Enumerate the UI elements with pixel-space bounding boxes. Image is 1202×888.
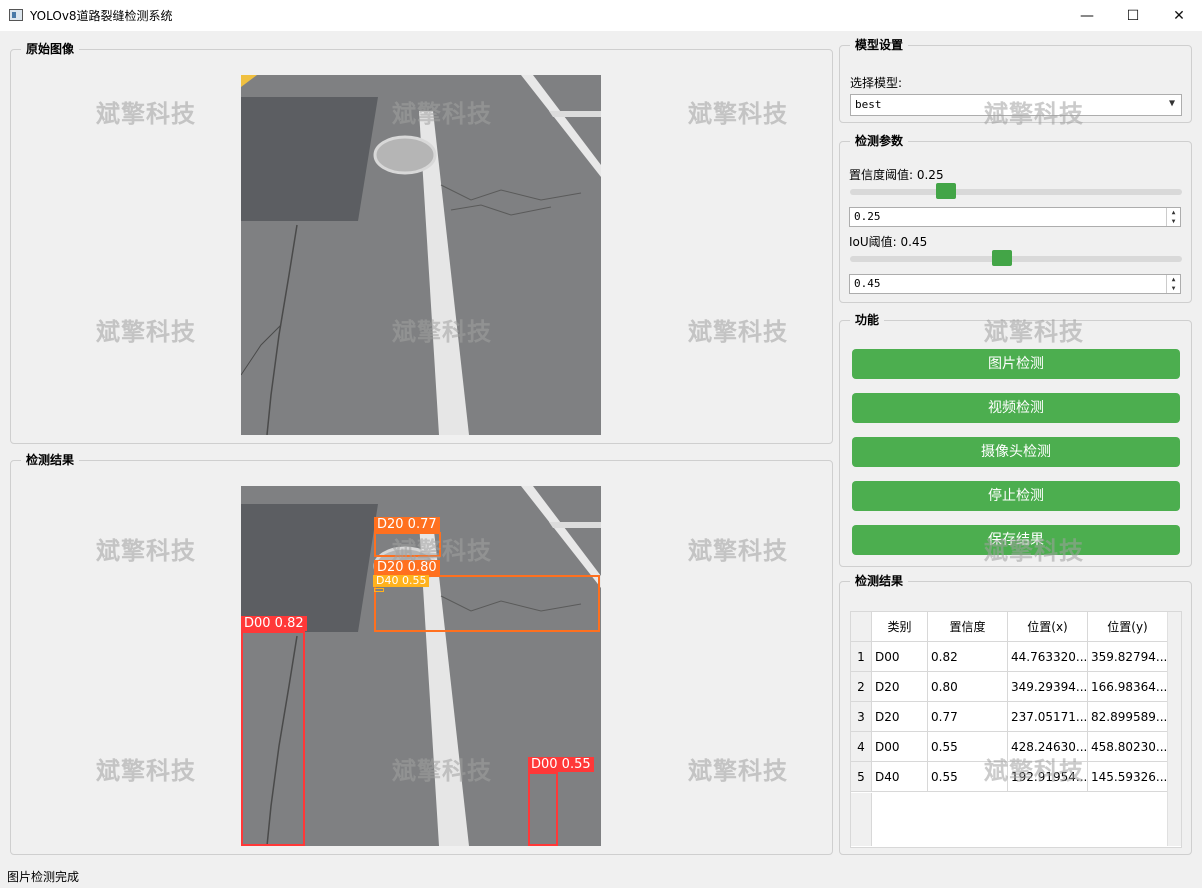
table-cell[interactable]: D00 [872,732,928,762]
table-vertical-scrollbar[interactable] [1167,612,1181,846]
table-cell[interactable]: D40 [872,762,928,792]
table-cell[interactable]: 458.80230... [1088,732,1168,762]
conf-threshold-slider[interactable] [850,182,1182,202]
conf-threshold-label: 置信度阈值: 0.25 [849,168,944,182]
iou-threshold-value: 0.45 [854,277,881,290]
iou-threshold-spinbox[interactable]: 0.45 ▲ ▼ [849,274,1181,294]
results-table: 类别 置信度 位置(x) 位置(y) 1 D00 0.82 44.763320.… [850,611,1182,848]
table-cell[interactable]: 0.82 [928,642,1008,672]
slider-handle[interactable] [936,183,956,199]
iou-threshold-slider[interactable] [850,249,1182,269]
detection-label: D20 0.80 [374,560,440,575]
original-image-title: 原始图像 [21,41,80,57]
table-cell[interactable]: 44.763320... [1008,642,1088,672]
chevron-down-icon: ▼ [1168,98,1175,109]
table-cell[interactable]: D20 [872,672,928,702]
column-header[interactable]: 置信度 [928,612,1008,642]
detection-box: D20 0.77 [374,517,441,557]
results-title: 检测结果 [850,573,909,589]
result-image: D20 0.77 D20 0.80 D40 0.55 D00 0.82 D00 … [241,486,601,846]
row-number[interactable]: 1 [851,642,872,672]
spin-up-icon[interactable]: ▲ [1167,275,1180,284]
result-image-title: 检测结果 [21,452,80,468]
detection-label: D20 0.77 [374,517,440,532]
row-number[interactable]: 4 [851,732,872,762]
table-cell[interactable]: D00 [872,642,928,672]
result-image-panel: 检测结果 D20 0.77 D20 0.80 D40 0.55 D00 0.82… [10,452,833,855]
spin-buttons[interactable]: ▲ ▼ [1166,275,1180,293]
detection-params-title: 检测参数 [850,133,909,149]
row-header-filler [851,793,872,846]
title-bar: YOLOv8道路裂缝检测系统 — ☐ ✕ [0,0,1202,31]
original-image [241,75,601,435]
stop-detect-button[interactable]: 停止检测 [852,481,1180,511]
spin-down-icon[interactable]: ▼ [1167,217,1180,226]
table-cell[interactable]: 145.59326... [1088,762,1168,792]
conf-threshold-spinbox[interactable]: 0.25 ▲ ▼ [849,207,1181,227]
row-number[interactable]: 3 [851,702,872,732]
column-header[interactable]: 位置(x) [1008,612,1088,642]
detection-label: D00 0.82 [241,616,307,631]
model-select[interactable]: best ▼ [850,94,1182,116]
table-cell[interactable]: 359.82794... [1088,642,1168,672]
model-select-label: 选择模型: [850,76,903,90]
table-cell[interactable]: 428.24630... [1008,732,1088,762]
status-bar: 图片检测完成 [7,870,80,884]
detection-box: D00 0.55 [528,757,594,846]
table-cell[interactable]: 237.05171... [1008,702,1088,732]
video-detect-button[interactable]: 视频检测 [852,393,1180,423]
detection-box: D40 0.55 [373,575,430,592]
model-select-value: best [855,98,882,111]
close-button[interactable]: ✕ [1156,0,1202,31]
table-cell[interactable]: D20 [872,702,928,732]
table-cell[interactable]: 0.80 [928,672,1008,702]
save-result-button[interactable]: 保存结果 [852,525,1180,555]
detection-params-group: 检测参数 置信度阈值: 0.25 0.25 ▲ ▼ IoU阈值: 0.45 0.4… [839,133,1192,303]
table-cell[interactable]: 0.55 [928,732,1008,762]
slider-track [850,256,1182,262]
row-number[interactable]: 2 [851,672,872,702]
column-header[interactable]: 位置(y) [1088,612,1168,642]
iou-threshold-label: IoU阈值: 0.45 [849,235,928,249]
model-settings-title: 模型设置 [850,37,909,53]
spin-down-icon[interactable]: ▼ [1167,284,1180,293]
table-cell[interactable]: 0.55 [928,762,1008,792]
spin-up-icon[interactable]: ▲ [1167,208,1180,217]
table-cell[interactable]: 0.77 [928,702,1008,732]
table-cell[interactable]: 192.91954... [1008,762,1088,792]
conf-threshold-value: 0.25 [854,210,881,223]
table-cell[interactable]: 349.29394... [1008,672,1088,702]
camera-detect-button[interactable]: 摄像头检测 [852,437,1180,467]
slider-handle[interactable] [992,250,1012,266]
original-image-panel: 原始图像 [10,41,833,444]
column-header[interactable]: 类别 [872,612,928,642]
detection-label: D40 0.55 [373,575,430,587]
function-group: 功能 图片检测 视频检测 摄像头检测 停止检测 保存结果 [839,312,1192,567]
table-corner[interactable] [851,612,872,642]
function-title: 功能 [850,312,885,328]
model-settings-group: 模型设置 选择模型: best ▼ [839,37,1192,123]
slider-track [850,189,1182,195]
row-number[interactable]: 5 [851,762,872,792]
spin-buttons[interactable]: ▲ ▼ [1166,208,1180,226]
results-group: 检测结果 类别 置信度 位置(x) 位置(y) 1 D00 0.82 44.76… [839,573,1192,855]
maximize-button[interactable]: ☐ [1110,0,1156,31]
table-cell[interactable]: 82.899589... [1088,702,1168,732]
image-detect-button[interactable]: 图片检测 [852,349,1180,379]
table-cell[interactable]: 166.98364... [1088,672,1168,702]
window-title: YOLOv8道路裂缝检测系统 [30,9,173,23]
detection-label: D00 0.55 [528,757,594,772]
app-icon [9,9,23,21]
road-photo-original [241,75,601,435]
detection-box: D00 0.82 [241,616,307,846]
minimize-button[interactable]: — [1064,0,1110,31]
